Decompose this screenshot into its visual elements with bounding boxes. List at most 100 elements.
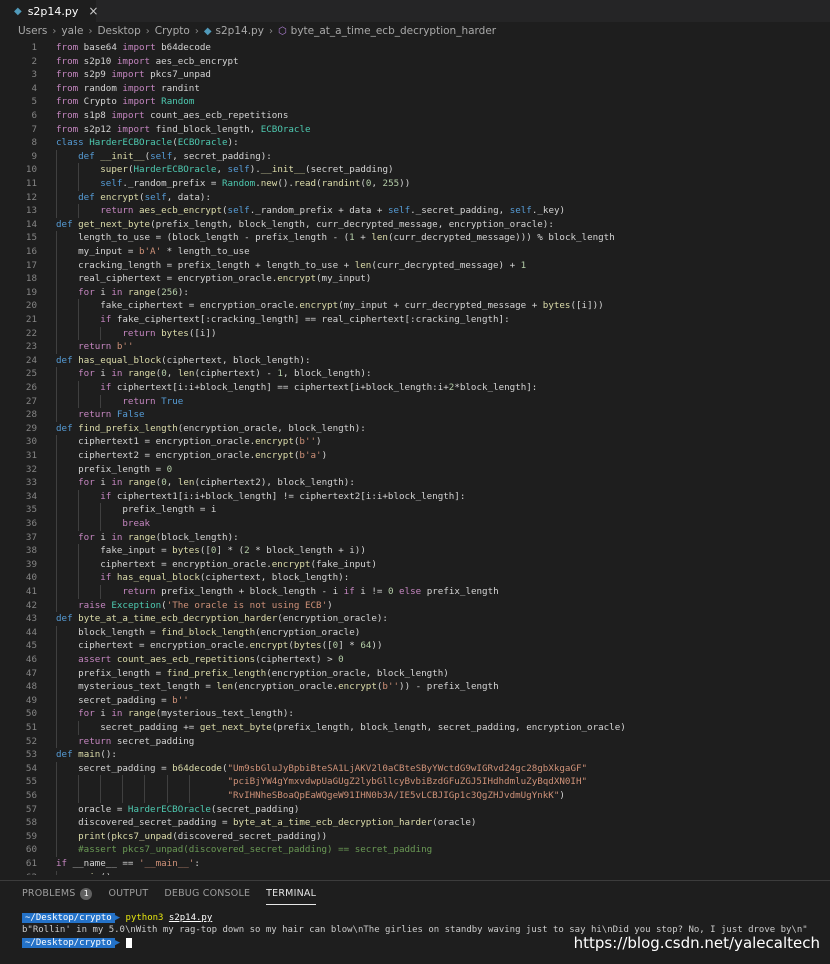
code-line[interactable]: 46 assert count_aes_ecb_repetitions(ciph… — [0, 653, 830, 667]
line-number: 44 — [25, 626, 37, 638]
code-line[interactable]: 42 raise Exception('The oracle is not us… — [0, 598, 830, 613]
code-line[interactable]: 51 secret_padding += get_next_byte(prefi… — [0, 721, 830, 735]
code-line[interactable]: 57 oracle = HarderECBOracle(secret_paddi… — [0, 802, 830, 817]
indent-guide — [78, 381, 80, 395]
code-line[interactable]: 17 cracking_length = prefix_length + len… — [0, 258, 830, 273]
code-line[interactable]: 53 def main(): — [0, 748, 830, 762]
code-editor[interactable]: 1 from base64 import b64decode 2 from s2p10… — [0, 41, 830, 875]
line-number: 12 — [25, 191, 37, 203]
code-line[interactable]: 10 super(HarderECBOracle, self).__init__… — [0, 163, 830, 177]
breadcrumb-item[interactable]: Crypto — [155, 25, 190, 37]
code-line[interactable]: 19 for i in range(256): — [0, 285, 830, 300]
code-line[interactable]: 61 if __name__ == '__main__': — [0, 857, 830, 871]
code-line[interactable]: 34 if ciphertext1[i:i+block_length] != c… — [0, 489, 830, 504]
indent-guide — [56, 598, 57, 613]
editor-tab-bar: ◆ s2p14.py × — [0, 0, 830, 22]
code-line[interactable]: 30 ciphertext1 = encryption_oracle.encry… — [0, 435, 830, 449]
code-line[interactable]: 55 "pciBjYW4gYmxvdwpUaGUgZ2lybGllcyBvbiB… — [0, 775, 830, 789]
terminal-command-arg[interactable]: s2p14.py — [169, 913, 212, 923]
code-line[interactable]: 29 def find_prefix_length(encryption_orac… — [0, 422, 830, 436]
code-text: from s2p9 import pkcs7_unpad — [56, 69, 211, 81]
code-line[interactable]: 7 from s2p12 import find_block_length, EC… — [0, 123, 830, 137]
code-line[interactable]: 59 print(pkcs7_unpad(discovered_secret_p… — [0, 829, 830, 844]
code-line[interactable]: 16 my_input = b'A' * length_to_use — [0, 245, 830, 259]
code-line[interactable]: 5 from Crypto import Random — [0, 95, 830, 109]
terminal-command-line: ~/Desktop/crypto ▶ python3 s2p14.py — [22, 912, 212, 924]
breadcrumb-item[interactable]: yale — [61, 25, 83, 37]
code-line[interactable]: 49 secret_padding = b'' — [0, 693, 830, 708]
tab-s2p14[interactable]: ◆ s2p14.py × — [0, 0, 98, 22]
line-number: 59 — [25, 830, 37, 842]
indent-guide — [122, 789, 124, 803]
code-text: class HarderECBOracle(ECBOracle): — [56, 137, 239, 149]
code-line[interactable]: 18 real_ciphertext = encryption_oracle.e… — [0, 272, 830, 286]
code-line[interactable]: 21 if fake_ciphertext[:cracking_length] … — [0, 313, 830, 327]
code-line[interactable]: 52 return secret_padding — [0, 734, 830, 749]
breadcrumb-item[interactable]: Users — [18, 25, 47, 37]
code-line[interactable]: 4 from random import randint — [0, 82, 830, 96]
tab-output[interactable]: OUTPUT — [108, 881, 148, 907]
code-line[interactable]: 41 return prefix_length + block_length -… — [0, 585, 830, 599]
code-line[interactable]: 43 def byte_at_a_time_ecb_decryption_hard… — [0, 612, 830, 626]
line-number: 41 — [25, 586, 37, 597]
tab-problems[interactable]: PROBLEMS 1 — [22, 881, 93, 907]
terminal-command: python3 — [125, 913, 164, 923]
code-line[interactable]: 25 for i in range(0, len(ciphertext) - 1… — [0, 367, 830, 381]
code-line[interactable]: 24 def has_equal_block(ciphertext, block_… — [0, 354, 830, 368]
code-line[interactable]: 27 return True — [0, 394, 830, 409]
code-line[interactable]: 38 fake_input = bytes([0] * (2 * block_l… — [0, 544, 830, 558]
code-line[interactable]: 9 def __init__(self, secret_padding): — [0, 149, 830, 164]
code-line[interactable]: 26 if ciphertext[i:i+block_length] == ci… — [0, 381, 830, 395]
tab-debug-console[interactable]: DEBUG CONSOLE — [164, 881, 250, 907]
code-text: discovered_secret_padding = byte_at_a_ti… — [56, 817, 477, 829]
code-line[interactable]: 2 from s2p10 import aes_ecb_encrypt — [0, 55, 830, 69]
code-line[interactable]: 13 return aes_ecb_encrypt(self._random_p… — [0, 204, 830, 218]
code-line[interactable]: 48 mysterious_text_length = len(encrypti… — [0, 680, 830, 694]
code-text: oracle = HarderECBOracle(secret_padding) — [56, 803, 300, 815]
chevron-right-icon: › — [194, 25, 199, 37]
code-line[interactable]: 62 main() — [0, 870, 830, 875]
code-line[interactable]: 44 block_length = find_block_length(encr… — [0, 625, 830, 640]
code-line[interactable]: 47 prefix_length = find_prefix_length(en… — [0, 666, 830, 681]
line-number: 38 — [25, 545, 37, 557]
code-line[interactable]: 14 def get_next_byte(prefix_length, block… — [0, 218, 830, 232]
code-line[interactable]: 12 def encrypt(self, data): — [0, 190, 830, 205]
indent-guide — [56, 299, 57, 313]
code-line[interactable]: 36 break — [0, 517, 830, 531]
code-line[interactable]: 33 for i in range(0, len(ciphertext2), b… — [0, 476, 830, 490]
line-number: 24 — [25, 354, 37, 366]
code-text: if ciphertext1[i:i+block_length] != ciph… — [100, 490, 466, 502]
line-number: 57 — [25, 803, 37, 815]
code-line[interactable]: 54 secret_padding = b64decode("Um9sbGluJ… — [0, 761, 830, 776]
code-line[interactable]: 39 ciphertext = encryption_oracle.encryp… — [0, 557, 830, 572]
tab-terminal[interactable]: TERMINAL — [266, 881, 316, 907]
breadcrumb-item[interactable]: byte_at_a_time_ecb_decryption_harder — [291, 25, 496, 37]
code-line[interactable]: 23 return b'' — [0, 340, 830, 354]
breadcrumb-item[interactable]: s2p14.py — [216, 25, 264, 37]
code-line[interactable]: 56 "RvIHNheSBoaQpEaWQgeW91IHN0b3A/IE5vLC… — [0, 789, 830, 803]
code-line[interactable]: 37 for i in range(block_length): — [0, 530, 830, 545]
code-line[interactable]: 40 if has_equal_block(ciphertext, block_… — [0, 571, 830, 585]
code-line[interactable]: 6 from s1p8 import count_aes_ecb_repetiti… — [0, 109, 830, 123]
code-text: fake_input = bytes([0] * (2 * block_leng… — [56, 545, 366, 557]
code-line[interactable]: 32 prefix_length = 0 — [0, 462, 830, 477]
code-line[interactable]: 15 length_to_use = (block_length - prefi… — [0, 231, 830, 245]
code-text: def byte_at_a_time_ecb_decryption_harder… — [56, 613, 388, 625]
code-line[interactable]: 50 for i in range(mysterious_text_length… — [0, 707, 830, 721]
code-line[interactable]: 28 return False — [0, 408, 830, 422]
code-line[interactable]: 22 return bytes([i]) — [0, 326, 830, 341]
line-number: 58 — [25, 817, 37, 829]
code-line[interactable]: 20 fake_ciphertext = encryption_oracle.e… — [0, 299, 830, 313]
close-icon[interactable]: × — [88, 4, 98, 18]
code-line[interactable]: 58 discovered_secret_padding = byte_at_a… — [0, 816, 830, 830]
code-line[interactable]: 31 ciphertext2 = encryption_oracle.encry… — [0, 449, 830, 463]
line-number: 4 — [31, 82, 37, 94]
code-line[interactable]: 35 prefix_length = i — [0, 503, 830, 517]
code-line[interactable]: 8 class HarderECBOracle(ECBOracle): — [0, 136, 830, 150]
code-line[interactable]: 45 ciphertext = encryption_oracle.encryp… — [0, 639, 830, 653]
code-line[interactable]: 1 from base64 import b64decode — [0, 41, 830, 55]
breadcrumb-item[interactable]: Desktop — [97, 25, 140, 37]
code-line[interactable]: 3 from s2p9 import pkcs7_unpad — [0, 68, 830, 82]
code-line[interactable]: 11 self._random_prefix = Random.new().re… — [0, 177, 830, 191]
code-line[interactable]: 60 #assert pkcs7_unpad(discovered_secret… — [0, 843, 830, 857]
